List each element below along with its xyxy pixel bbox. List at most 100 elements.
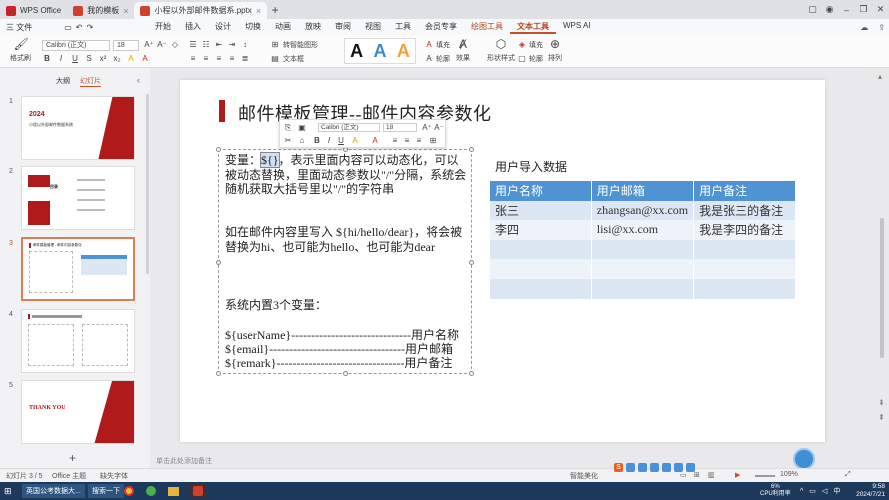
menu-item[interactable]: 动画 xyxy=(268,21,298,34)
table-title[interactable]: 用户导入数据 xyxy=(495,158,567,175)
align-left-icon[interactable]: ≡ xyxy=(188,54,198,64)
resize-handle-tr[interactable] xyxy=(469,147,474,152)
grow-font-icon[interactable]: A⁺ xyxy=(422,123,432,133)
var-username[interactable]: ${userName}-----------------------------… xyxy=(225,328,470,343)
resize-handle-tl[interactable] xyxy=(216,147,221,152)
folder-icon[interactable] xyxy=(168,484,179,498)
highlight-icon[interactable]: A xyxy=(350,136,360,146)
underline-icon[interactable]: U xyxy=(336,136,346,146)
start-button[interactable]: ⊞ xyxy=(4,484,12,498)
zoom-level[interactable]: 109% xyxy=(780,471,798,478)
format-brush-icon[interactable]: ⌂ xyxy=(297,136,307,146)
table-cell[interactable]: 李四 xyxy=(490,220,592,240)
align-right-icon[interactable]: ≡ xyxy=(214,54,224,64)
tab-outline[interactable]: 大纲 xyxy=(56,76,70,87)
view-reading-icon[interactable]: ▥ xyxy=(708,471,715,479)
close-window-icon[interactable]: ✕ xyxy=(872,4,889,15)
fit-window-icon[interactable]: ⤢ xyxy=(845,471,851,479)
table-cell[interactable] xyxy=(591,259,695,279)
bullet-list-icon[interactable]: ☰ xyxy=(188,40,198,50)
scrollbar-thumb[interactable] xyxy=(880,218,884,358)
table-cell[interactable]: 我是张三的备注 xyxy=(693,200,796,221)
menu-item[interactable]: 工具 xyxy=(388,21,418,34)
zoom-slider[interactable] xyxy=(755,475,775,477)
bold-icon[interactable]: B xyxy=(42,54,52,64)
tab-wps-office[interactable]: WPS Office xyxy=(0,2,67,19)
copy-icon[interactable]: ⎘ xyxy=(283,123,293,133)
highlight-icon[interactable]: A xyxy=(126,54,136,64)
table-cell[interactable] xyxy=(490,259,592,279)
panel-scrollbar[interactable] xyxy=(146,94,149,274)
header-cell[interactable]: 用户备注 xyxy=(693,181,796,201)
resize-handle-r[interactable] xyxy=(469,260,474,265)
speaker-notes-area[interactable]: 单击此处添加备注 xyxy=(150,456,875,468)
resize-handle-br[interactable] xyxy=(469,371,474,376)
tray-up-icon[interactable]: ^ xyxy=(800,488,803,495)
scroll-up-icon[interactable]: ▴ xyxy=(878,72,882,81)
menu-item[interactable]: 审阅 xyxy=(328,21,358,34)
align-center-icon[interactable]: ≡ xyxy=(390,136,400,146)
var-email[interactable]: ${email}--------------------------------… xyxy=(225,342,470,357)
text-box-button[interactable]: ▤ 文本框 xyxy=(270,54,304,64)
superscript-icon[interactable]: x² xyxy=(98,54,108,64)
grow-font-icon[interactable]: A⁺ xyxy=(144,40,154,50)
app-icon-green[interactable] xyxy=(146,484,156,498)
align-justify-icon[interactable]: ≡ xyxy=(402,136,412,146)
resize-handle-b[interactable] xyxy=(343,371,348,376)
ime-icon[interactable] xyxy=(662,463,671,472)
table-cell[interactable] xyxy=(693,278,796,299)
strikethrough-icon[interactable]: S xyxy=(84,54,94,64)
header-cell[interactable]: 用户邮箱 xyxy=(591,181,695,201)
text-fill-button[interactable]: A 填充 xyxy=(424,40,450,50)
slide-thumbnail-5[interactable]: THANK YOU xyxy=(21,380,135,444)
play-icon[interactable]: ▶ xyxy=(735,471,740,479)
paragraph-variable-intro[interactable]: 变量：${}，表示里面内容可以动态化，可以被动态替换，里面动态参数以"/"分隔，… xyxy=(225,152,470,197)
menu-item[interactable]: 设计 xyxy=(208,21,238,34)
scroll-prev-icon[interactable]: ⇞ xyxy=(878,413,885,422)
table-cell[interactable] xyxy=(490,239,592,260)
close-icon[interactable]: × xyxy=(256,6,261,16)
table-cell[interactable] xyxy=(490,278,592,299)
theme-name[interactable]: Office 主题 xyxy=(52,471,86,481)
redo-icon[interactable]: ↷ xyxy=(87,23,94,32)
ime-icon[interactable] xyxy=(626,463,635,472)
ime-icon[interactable] xyxy=(686,463,695,472)
collapse-panel-icon[interactable]: ‹ xyxy=(137,75,140,85)
selected-text[interactable]: ${} xyxy=(260,152,280,168)
minimize-icon[interactable]: – xyxy=(838,5,855,15)
distribute-icon[interactable]: ≣ xyxy=(240,54,250,64)
slide-thumbnail-4[interactable] xyxy=(21,309,135,373)
text-style-blue[interactable]: A xyxy=(373,41,386,62)
text-style-gallery[interactable]: A A A xyxy=(344,38,416,64)
table-cell[interactable]: zhangsan@xx.com xyxy=(591,200,695,221)
maximize-icon[interactable]: ❐ xyxy=(855,4,872,15)
font-name-select[interactable]: Calibri (正文) xyxy=(42,40,110,51)
table-cell[interactable] xyxy=(693,259,796,279)
paragraph-builtin[interactable]: 系统内置3个变量： xyxy=(225,298,470,313)
content-text-box[interactable]: 变量：${}，表示里面内容可以动态化，可以被动态替换，里面动态参数以"/"分隔，… xyxy=(216,147,474,376)
sogou-ime-icon[interactable]: S xyxy=(614,463,623,472)
menu-item[interactable]: 绘图工具 xyxy=(464,21,510,34)
smart-beautify-button[interactable]: 智能美化 xyxy=(570,471,598,481)
convert-smart-art-button[interactable]: ⊞ 转智能图形 xyxy=(270,40,318,50)
table-cell[interactable]: 我是李四的备注 xyxy=(693,220,796,240)
vertical-scrollbar[interactable]: ▴ ⇟ ⇞ xyxy=(875,68,889,468)
paste-icon[interactable]: ▣ xyxy=(297,123,307,133)
save-icon[interactable]: ▭ xyxy=(64,23,72,32)
wps-taskbar-icon[interactable] xyxy=(190,484,206,498)
tab-templates[interactable]: 我的模板 × xyxy=(67,2,134,19)
font-size-select[interactable]: 18 xyxy=(113,40,139,51)
text-effects-button[interactable]: Ⱥ 效果 xyxy=(456,38,470,63)
bold-icon[interactable]: B xyxy=(312,136,322,146)
menu-item[interactable]: 文本工具 xyxy=(510,21,556,34)
table-cell[interactable] xyxy=(693,239,796,260)
shape-outline-button[interactable]: ▢ 轮廓 xyxy=(517,54,543,64)
italic-icon[interactable]: I xyxy=(56,54,66,64)
undo-icon[interactable]: ↶ xyxy=(76,23,83,32)
taskbar-app-browser[interactable]: 英国公考数据大... xyxy=(22,484,85,498)
user-import-table[interactable]: 用户名称 用户邮箱 用户备注 张三 zhangsan@xx.com 我是张三的备… xyxy=(490,181,796,299)
justify-icon[interactable]: ≡ xyxy=(227,54,237,64)
increase-indent-icon[interactable]: ⇥ xyxy=(227,40,237,50)
numbered-list-icon[interactable]: ☷ xyxy=(201,40,211,50)
font-color-icon[interactable]: A xyxy=(370,136,380,146)
